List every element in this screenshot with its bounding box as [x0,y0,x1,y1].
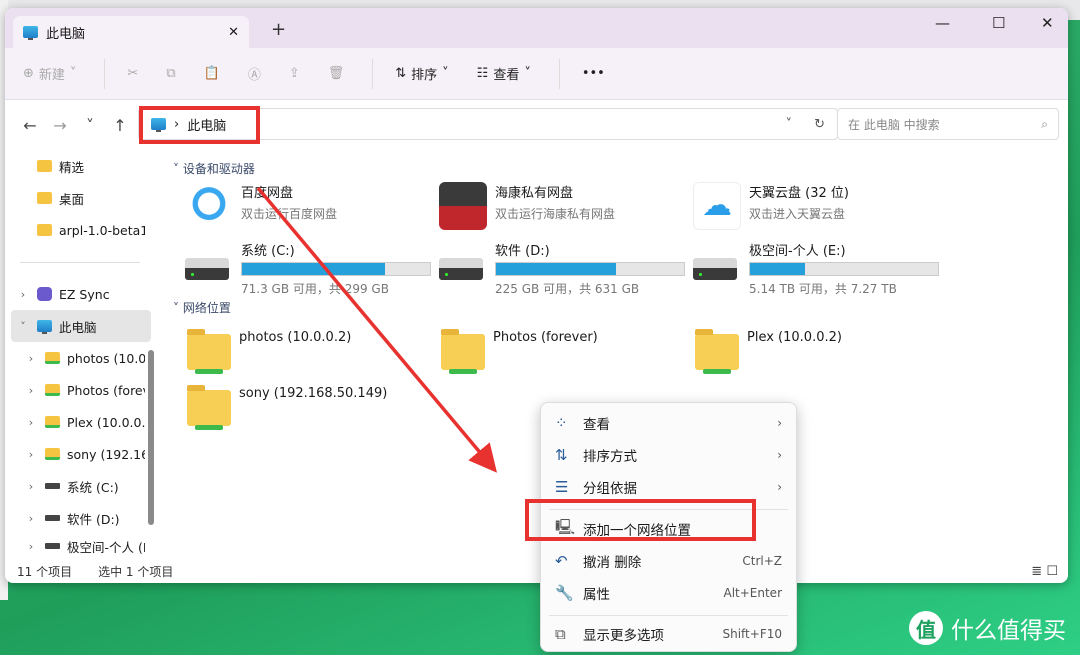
watermark-logo: 值什么值得买 [909,611,1066,645]
annotation-arrow [0,0,1080,655]
